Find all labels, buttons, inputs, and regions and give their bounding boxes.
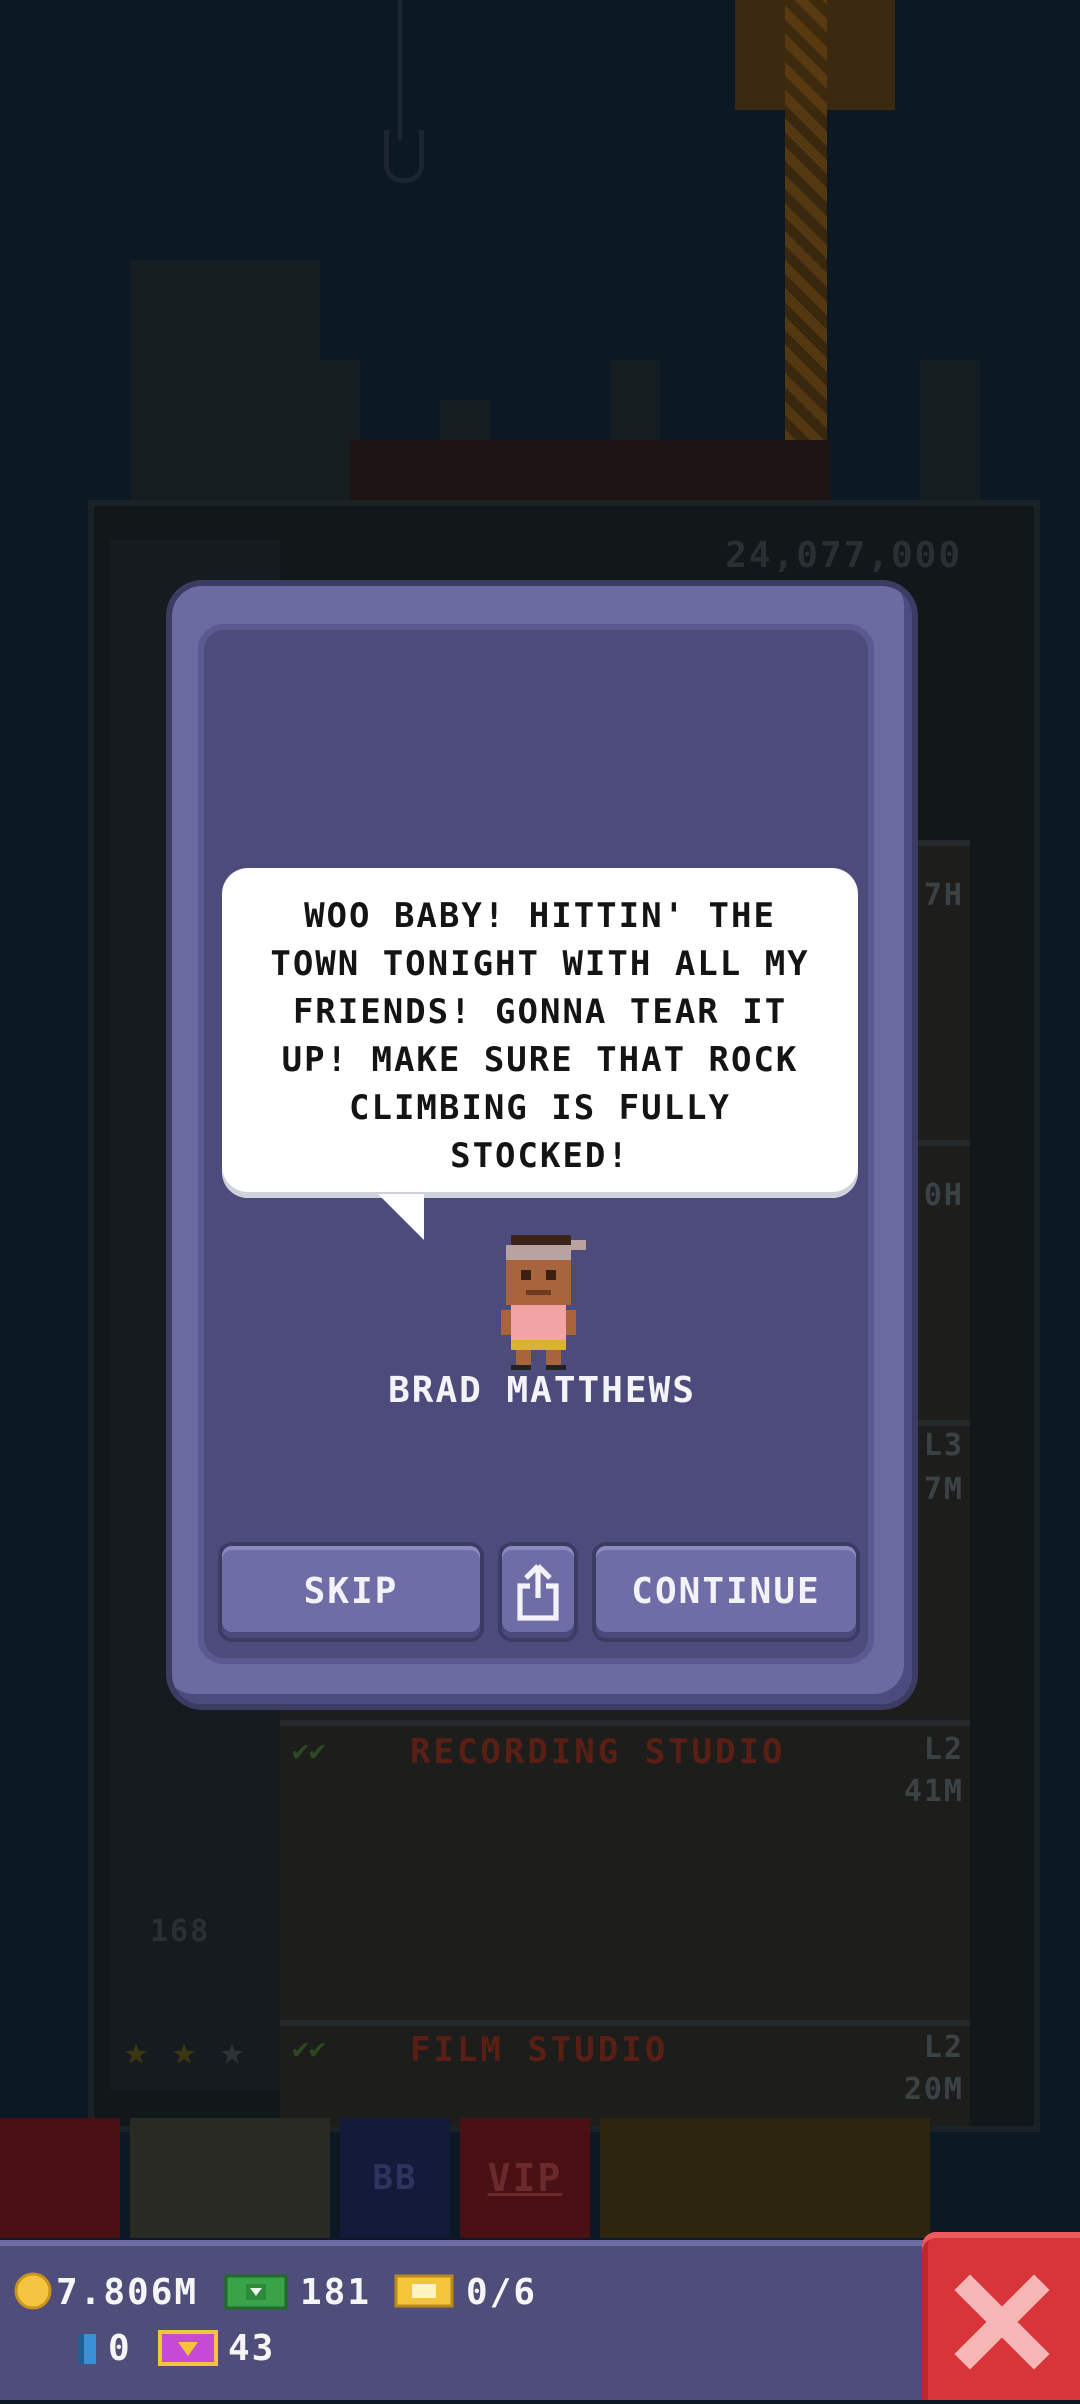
crane-cable bbox=[398, 0, 402, 140]
close-icon bbox=[954, 2274, 1050, 2370]
continue-button[interactable]: CONTINUE bbox=[596, 1546, 856, 1638]
star-icon: ★ bbox=[220, 2028, 245, 2074]
floor-name: FILM STUDIO bbox=[410, 2030, 669, 2070]
ticket-icon bbox=[394, 2274, 454, 2308]
crane-tower bbox=[785, 0, 827, 500]
skip-button[interactable]: SKIP bbox=[222, 1546, 480, 1638]
bb-button[interactable]: BB bbox=[340, 2118, 450, 2238]
bux-icon bbox=[224, 2274, 288, 2310]
elevator-button[interactable] bbox=[0, 2118, 120, 2238]
key-icon bbox=[78, 2334, 96, 2364]
coin-icon bbox=[14, 2272, 52, 2310]
floor-level: 0H bbox=[923, 1178, 964, 1213]
floor-level: L3 bbox=[923, 1428, 964, 1463]
floor-level: L2 bbox=[923, 2030, 964, 2065]
keys-count: 0 bbox=[108, 2328, 132, 2369]
bb-label: BB bbox=[372, 2158, 418, 2198]
close-button[interactable] bbox=[922, 2232, 1080, 2400]
star-icon: ★ bbox=[124, 2028, 149, 2074]
vip-count: 43 bbox=[228, 2328, 276, 2369]
rooftop-pillar bbox=[920, 360, 980, 500]
check-icon: ✔✔ bbox=[292, 2032, 326, 2065]
share-button[interactable] bbox=[502, 1546, 574, 1638]
check-icon: ✔✔ bbox=[292, 1734, 326, 1767]
build-button[interactable] bbox=[130, 2118, 330, 2238]
star-icon: ★ bbox=[172, 2028, 197, 2074]
floor-level: L2 bbox=[923, 1732, 964, 1767]
vip-label: VIP bbox=[487, 2156, 563, 2200]
continue-label: CONTINUE bbox=[631, 1571, 821, 1612]
skip-label: SKIP bbox=[303, 1571, 399, 1612]
status-bar: 7.806M 181 0/6 0 43 bbox=[0, 2240, 928, 2400]
vip-ticket-icon bbox=[158, 2330, 218, 2366]
speech-bubble-tail bbox=[378, 1194, 424, 1240]
coins-count: 7.806M bbox=[56, 2272, 199, 2313]
dialog-message: WOO BABY! HITTIN' THE TOWN TONIGHT WITH … bbox=[270, 896, 810, 1176]
floor-level: 7H bbox=[923, 878, 964, 913]
tickets-count: 0/6 bbox=[466, 2272, 538, 2313]
elevator-floor-number: 168 bbox=[150, 1914, 211, 1949]
share-icon bbox=[517, 1564, 559, 1621]
character-name: BRAD MATTHEWS bbox=[388, 1370, 696, 1411]
tower-top-value: 24,077,000 bbox=[725, 535, 962, 576]
toolbar-extra[interactable] bbox=[600, 2118, 930, 2238]
floor-cost: 20M bbox=[903, 2072, 964, 2107]
vip-button[interactable]: VIP bbox=[460, 2118, 590, 2238]
rooftop-structure bbox=[130, 260, 320, 500]
floor-cost: 41M bbox=[903, 1774, 964, 1809]
bux-count: 181 bbox=[300, 2272, 372, 2313]
rooftop-fence bbox=[350, 440, 830, 500]
floor-cost: 7M bbox=[923, 1472, 964, 1507]
floor-name: RECORDING STUDIO bbox=[410, 1732, 786, 1772]
character-sprite bbox=[501, 1235, 586, 1370]
crane-hook bbox=[384, 130, 424, 183]
